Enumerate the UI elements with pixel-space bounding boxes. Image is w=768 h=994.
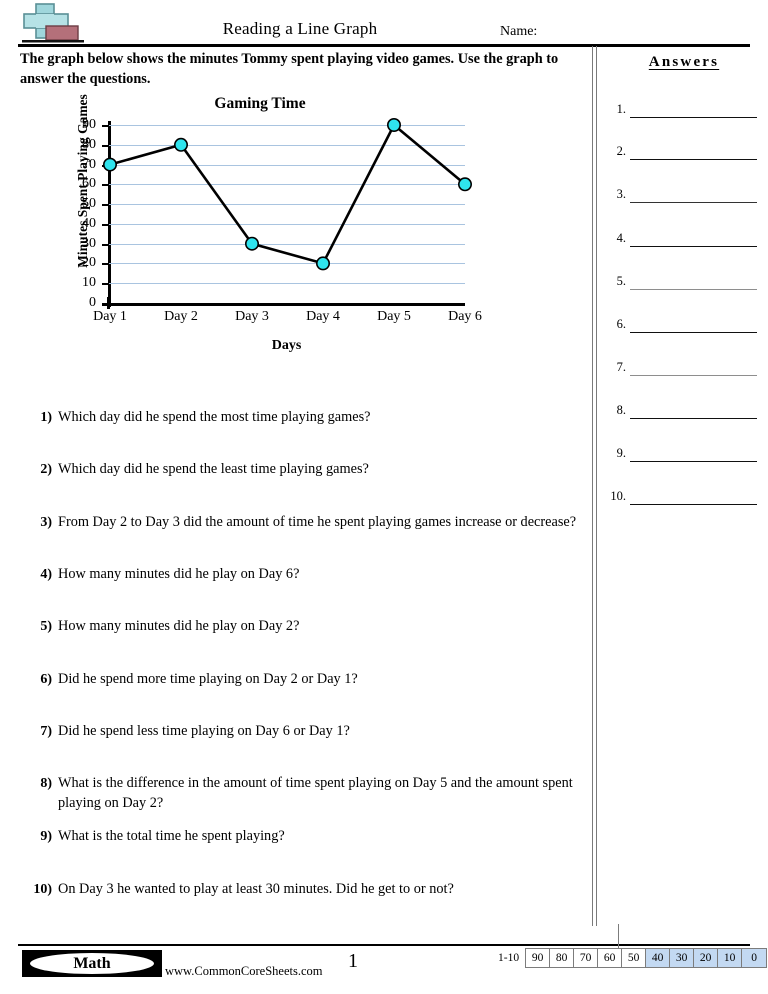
chart-plot-area: 90 80 70 60 50 40 30 20 10 0 Day 1 Day 2… xyxy=(82,118,482,325)
answer-line[interactable] xyxy=(630,289,757,290)
chart-x-tick-label: Day 5 xyxy=(377,309,411,324)
answer-row[interactable]: 9. xyxy=(600,446,768,464)
question-text: What is the difference in the amount of … xyxy=(58,775,573,811)
answer-row[interactable]: 7. xyxy=(600,360,768,378)
answer-number: 6. xyxy=(616,317,626,331)
question-text: Did he spend more time playing on Day 2 … xyxy=(58,671,358,687)
chart-title: Gaming Time xyxy=(214,95,306,112)
column-divider-outer xyxy=(592,46,593,926)
score-cell[interactable]: 50 xyxy=(622,949,647,967)
math-badge: Math xyxy=(22,950,162,977)
answer-line[interactable] xyxy=(630,202,757,203)
instructions-text: The graph below shows the minutes Tommy … xyxy=(20,51,559,88)
answer-line[interactable] xyxy=(630,418,757,419)
chart-y-tick-label: 30 xyxy=(82,235,96,251)
score-cell[interactable]: 20 xyxy=(694,949,719,967)
score-cell[interactable]: 60 xyxy=(598,949,623,967)
chart-series-gaming-time xyxy=(103,118,472,271)
scale-pointer-tick xyxy=(618,924,619,948)
answer-row[interactable]: 1. xyxy=(600,102,768,120)
score-cell[interactable]: 80 xyxy=(550,949,575,967)
site-url[interactable]: www.CommonCoreSheets.com xyxy=(165,964,323,979)
score-cell[interactable]: 10 xyxy=(718,949,743,967)
page-header: Reading a Line Graph Name: xyxy=(0,0,768,47)
question-number: 3) xyxy=(40,515,52,530)
answer-number: 4. xyxy=(616,231,626,245)
answer-line[interactable] xyxy=(630,504,757,505)
answer-number: 3. xyxy=(616,187,626,201)
score-cell[interactable]: 70 xyxy=(574,949,599,967)
column-divider-inner xyxy=(596,46,597,926)
answers-heading: Answers xyxy=(648,54,720,70)
question-number: 6) xyxy=(40,672,52,687)
question-text: What is the total time he spent playing? xyxy=(58,828,285,844)
line-chart: Gaming Time Minutes Spent Playing Games … xyxy=(40,94,520,365)
answers-column: Answers 1. 2. 3. 4. 5. 6. 7. 8. 9. 10. xyxy=(600,46,768,926)
name-field-label: Name: xyxy=(500,24,538,39)
score-cell[interactable]: 40 xyxy=(646,949,671,967)
score-scale-label: 1-10 xyxy=(498,952,520,964)
chart-x-axis xyxy=(102,303,465,306)
question-number: 10) xyxy=(33,882,52,897)
answer-row[interactable]: 5. xyxy=(600,274,768,292)
answer-row[interactable]: 2. xyxy=(600,144,768,162)
answer-number: 7. xyxy=(616,360,626,374)
math-badge-label: Math xyxy=(73,955,111,972)
page-number: 1 xyxy=(348,950,358,972)
chart-x-tick-label: Day 6 xyxy=(448,309,482,324)
question-text: On Day 3 he wanted to play at least 30 m… xyxy=(58,881,454,897)
answer-number: 5. xyxy=(616,274,626,288)
chart-x-tick-label: Day 3 xyxy=(235,309,269,324)
chart-y-tick-label: 90 xyxy=(82,117,96,132)
question-text: Which day did he spend the least time pl… xyxy=(58,461,369,477)
question-text: Did he spend less time playing on Day 6 … xyxy=(58,723,350,739)
question-number: 9) xyxy=(40,829,52,844)
answer-line[interactable] xyxy=(630,117,757,118)
chart-y-tick-label: 10 xyxy=(82,275,96,291)
answer-number: 1. xyxy=(616,102,626,116)
answer-line[interactable] xyxy=(630,375,757,376)
answer-row[interactable]: 4. xyxy=(600,231,768,249)
question-number: 4) xyxy=(40,567,52,582)
score-cell[interactable]: 90 xyxy=(526,949,551,967)
answer-number: 8. xyxy=(616,403,626,417)
chart-x-tick-label: Day 1 xyxy=(93,309,127,324)
question-number: 5) xyxy=(40,619,52,634)
chart-y-tick-label: 80 xyxy=(82,136,96,152)
question-number: 7) xyxy=(40,724,52,739)
chart-y-tick-label: 0 xyxy=(89,295,96,310)
answer-row[interactable]: 6. xyxy=(600,317,768,335)
answer-line[interactable] xyxy=(630,159,757,160)
chart-x-axis-label: Days xyxy=(271,338,302,353)
chart-y-tick-label: 70 xyxy=(82,156,96,172)
question-number: 8) xyxy=(40,776,52,791)
question-text: From Day 2 to Day 3 did the amount of ti… xyxy=(58,514,577,530)
chart-x-tick-label: Day 4 xyxy=(306,309,340,324)
chart-y-tick-label: 50 xyxy=(82,196,96,212)
score-cell[interactable]: 30 xyxy=(670,949,695,967)
answer-line[interactable] xyxy=(630,461,757,462)
answer-line[interactable] xyxy=(630,246,757,247)
chart-y-tick-label: 20 xyxy=(82,255,96,271)
chart-y-tick-label: 60 xyxy=(82,176,96,192)
question-text: How many minutes did he play on Day 2? xyxy=(58,618,300,634)
answer-line[interactable] xyxy=(630,332,757,333)
score-scale: 1-10 90 80 70 60 50 40 30 20 10 0 xyxy=(498,948,768,968)
question-text: Which day did he spend the most time pla… xyxy=(58,409,371,425)
score-cell[interactable]: 0 xyxy=(742,949,767,967)
question-text: How many minutes did he play on Day 6? xyxy=(58,566,300,582)
score-scale-cells: 90 80 70 60 50 40 30 20 10 0 xyxy=(525,948,768,968)
answer-row[interactable]: 3. xyxy=(600,187,768,205)
answer-number: 10. xyxy=(610,489,626,503)
answer-number: 2. xyxy=(616,144,626,158)
answer-row[interactable]: 10. xyxy=(600,489,768,507)
answer-row[interactable]: 8. xyxy=(600,403,768,421)
question-number: 1) xyxy=(40,410,52,425)
chart-y-tick-label: 40 xyxy=(82,215,96,231)
answer-number: 9. xyxy=(616,446,626,460)
question-number: 2) xyxy=(40,462,52,477)
chart-x-tick-label: Day 2 xyxy=(164,309,198,324)
footer-divider xyxy=(18,944,750,946)
